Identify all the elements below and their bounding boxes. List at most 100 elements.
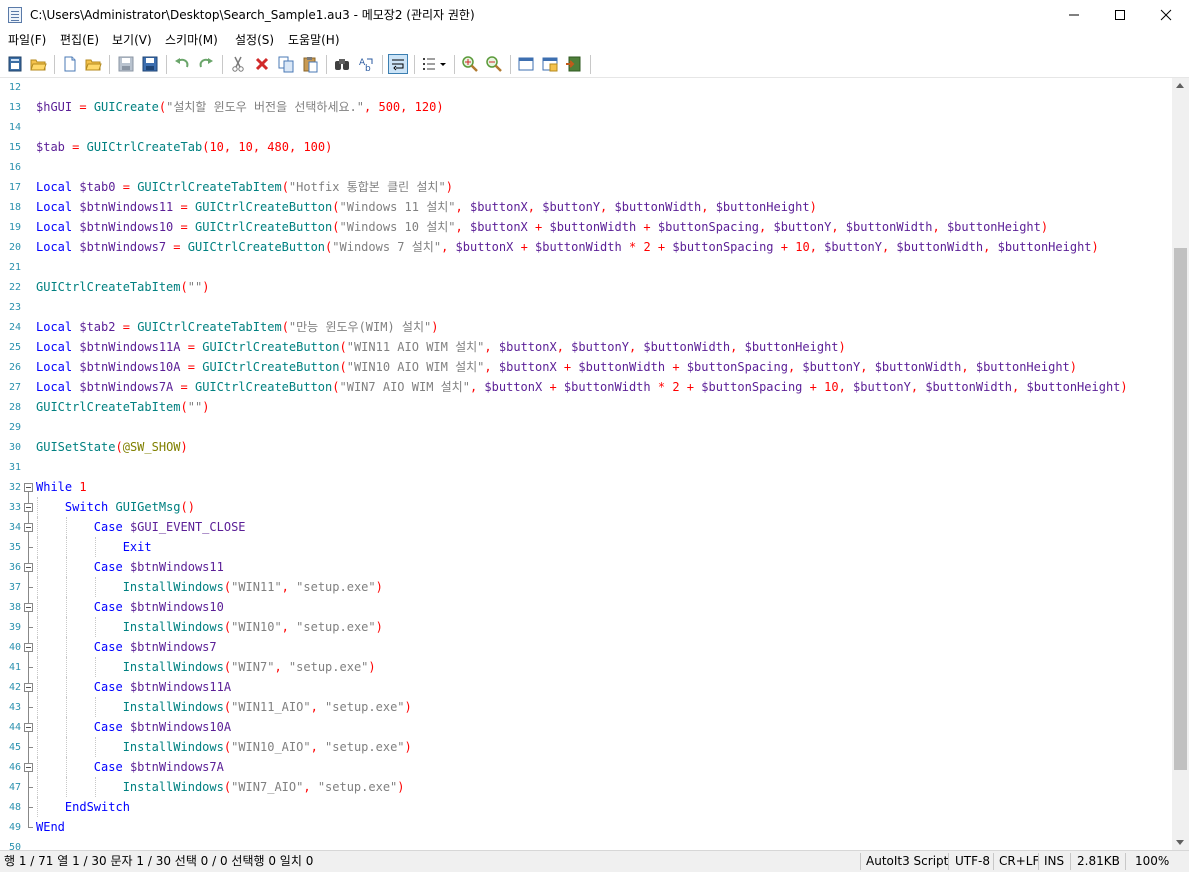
fold-line: [28, 557, 29, 563]
bookmark-list-icon[interactable]: [421, 55, 449, 73]
code-line[interactable]: 30 GUISetState(@SW_SHOW): [0, 437, 1172, 457]
code-line[interactable]: 13 $hGUI = GUICreate("설치할 윈도우 버전을 선택하세요."…: [0, 97, 1172, 117]
code-line[interactable]: 26 Local $btnWindows10A = GUICtrlCreateBu…: [0, 357, 1172, 377]
code-line[interactable]: 45 InstallWindows("WIN10_AIO", "setup.ex…: [0, 737, 1172, 757]
title-bar[interactable]: C:\Users\Administrator\Desktop\Search_Sa…: [0, 0, 1189, 30]
code-line[interactable]: 18 Local $btnWindows11 = GUICtrlCreateBut…: [0, 197, 1172, 217]
binoculars-find-icon[interactable]: [333, 55, 351, 73]
code-line[interactable]: 33 Switch GUIGetMsg(): [0, 497, 1172, 517]
fold-toggle-icon[interactable]: [24, 763, 33, 772]
code-line[interactable]: 27 Local $btnWindows7A = GUICtrlCreateBut…: [0, 377, 1172, 397]
menu-file[interactable]: 파일(F): [8, 30, 46, 51]
scroll-down-icon[interactable]: [1176, 840, 1184, 845]
code-line[interactable]: 20 Local $btnWindows7 = GUICtrlCreateButt…: [0, 237, 1172, 257]
fold-toggle-icon[interactable]: [24, 503, 33, 512]
fold-end-marker: [28, 707, 33, 708]
code-line[interactable]: 43 InstallWindows("WIN11_AIO", "setup.ex…: [0, 697, 1172, 717]
code-text: Case $btnWindows7: [93, 640, 217, 654]
fold-end-marker: [28, 787, 33, 788]
paste-icon[interactable]: [301, 55, 319, 73]
minimize-button[interactable]: [1051, 0, 1097, 30]
code-line[interactable]: 50: [0, 837, 1172, 850]
code-line[interactable]: 41 InstallWindows("WIN7", "setup.exe"): [0, 657, 1172, 677]
notepad-app-icon[interactable]: [8, 7, 22, 23]
code-line[interactable]: 12: [0, 78, 1172, 97]
status-scheme[interactable]: AutoIt3 Script: [866, 851, 948, 872]
maximize-icon: [1115, 10, 1125, 20]
code-line[interactable]: 23: [0, 297, 1172, 317]
code-line[interactable]: 36 Case $btnWindows11: [0, 557, 1172, 577]
fold-toggle-icon[interactable]: [24, 603, 33, 612]
status-eol[interactable]: CR+LF: [999, 851, 1039, 872]
code-line[interactable]: 21: [0, 257, 1172, 277]
open-folder-icon[interactable]: [29, 55, 47, 73]
redo-icon[interactable]: [197, 55, 215, 73]
vertical-scrollbar[interactable]: [1172, 78, 1189, 850]
code-line[interactable]: 17 Local $tab0 = GUICtrlCreateTabItem("Ho…: [0, 177, 1172, 197]
fold-toggle-icon[interactable]: [24, 483, 33, 492]
scheme-window-icon[interactable]: [517, 55, 535, 73]
delete-icon[interactable]: [253, 55, 271, 73]
code-line[interactable]: 16: [0, 157, 1172, 177]
code-line[interactable]: 38 Case $btnWindows10: [0, 597, 1172, 617]
menu-view[interactable]: 보기(V): [112, 30, 152, 51]
code-text: Case $btnWindows10A: [93, 720, 232, 734]
menu-edit[interactable]: 편집(E): [60, 30, 99, 51]
menu-settings[interactable]: 설정(S): [235, 30, 274, 51]
customize-icon[interactable]: [541, 55, 559, 73]
save-as-icon[interactable]: [141, 55, 159, 73]
replace-icon[interactable]: Ab: [357, 55, 375, 73]
code-line[interactable]: 29: [0, 417, 1172, 437]
menu-scheme[interactable]: 스키마(M): [165, 30, 218, 51]
status-zoom[interactable]: 100%: [1135, 851, 1169, 872]
code-line[interactable]: 19 Local $btnWindows10 = GUICtrlCreateBut…: [0, 217, 1172, 237]
maximize-button[interactable]: [1097, 0, 1143, 30]
status-insert-mode[interactable]: INS: [1044, 851, 1064, 872]
fold-toggle-icon[interactable]: [24, 643, 33, 652]
code-line[interactable]: 46 Case $btnWindows7A: [0, 757, 1172, 777]
fold-toggle-icon[interactable]: [24, 683, 33, 692]
code-line[interactable]: 39 InstallWindows("WIN10", "setup.exe"): [0, 617, 1172, 637]
code-line[interactable]: 15 $tab = GUICtrlCreateTab(10, 10, 480, 1…: [0, 137, 1172, 157]
word-wrap-icon[interactable]: [388, 54, 408, 74]
code-line[interactable]: 31: [0, 457, 1172, 477]
fold-toggle-icon[interactable]: [24, 523, 33, 532]
zoom-out-icon[interactable]: [485, 55, 503, 73]
code-text: $hGUI = GUICreate("설치할 윈도우 버전을 선택하세요.", …: [36, 100, 444, 114]
code-editor[interactable]: 12 13 $hGUI = GUICreate("설치할 윈도우 버전을 선택하세요…: [0, 78, 1172, 850]
scrollbar-thumb[interactable]: [1174, 248, 1187, 770]
status-encoding[interactable]: UTF-8: [955, 851, 990, 872]
code-line[interactable]: 32 While 1: [0, 477, 1172, 497]
scroll-up-icon[interactable]: [1176, 83, 1184, 88]
code-line[interactable]: 35 Exit: [0, 537, 1172, 557]
fold-toggle-icon[interactable]: [24, 723, 33, 732]
code-line[interactable]: 22 GUICtrlCreateTabItem(""): [0, 277, 1172, 297]
code-line[interactable]: 48 EndSwitch: [0, 797, 1172, 817]
minimize-icon: [1069, 14, 1079, 16]
code-line[interactable]: 44 Case $btnWindows10A: [0, 717, 1172, 737]
exit-icon[interactable]: [565, 55, 583, 73]
close-button[interactable]: [1143, 0, 1189, 30]
code-line[interactable]: 47 InstallWindows("WIN7_AIO", "setup.exe…: [0, 777, 1172, 797]
code-line[interactable]: 24 Local $tab2 = GUICtrlCreateTabItem("만능…: [0, 317, 1172, 337]
new-file-icon[interactable]: [6, 55, 24, 73]
fold-toggle-icon[interactable]: [24, 563, 33, 572]
code-line[interactable]: 49 WEnd: [0, 817, 1172, 837]
menu-help[interactable]: 도움말(H): [288, 30, 340, 51]
code-line[interactable]: 25 Local $btnWindows11A = GUICtrlCreateBu…: [0, 337, 1172, 357]
new-document-icon[interactable]: [61, 55, 79, 73]
code-line[interactable]: 34 Case $GUI_EVENT_CLOSE: [0, 517, 1172, 537]
copy-icon[interactable]: [277, 55, 295, 73]
code-line[interactable]: 14: [0, 117, 1172, 137]
code-line[interactable]: 40 Case $btnWindows7: [0, 637, 1172, 657]
save-icon[interactable]: [117, 55, 135, 73]
zoom-in-icon[interactable]: [461, 55, 479, 73]
undo-icon[interactable]: [173, 55, 191, 73]
open-document-icon[interactable]: [84, 55, 102, 73]
cut-icon[interactable]: [229, 55, 247, 73]
code-line[interactable]: 37 InstallWindows("WIN11", "setup.exe"): [0, 577, 1172, 597]
code-line[interactable]: 28 GUICtrlCreateTabItem(""): [0, 397, 1172, 417]
line-number: 24: [8, 322, 21, 333]
code-line[interactable]: 42 Case $btnWindows11A: [0, 677, 1172, 697]
line-number: 34: [8, 522, 21, 533]
